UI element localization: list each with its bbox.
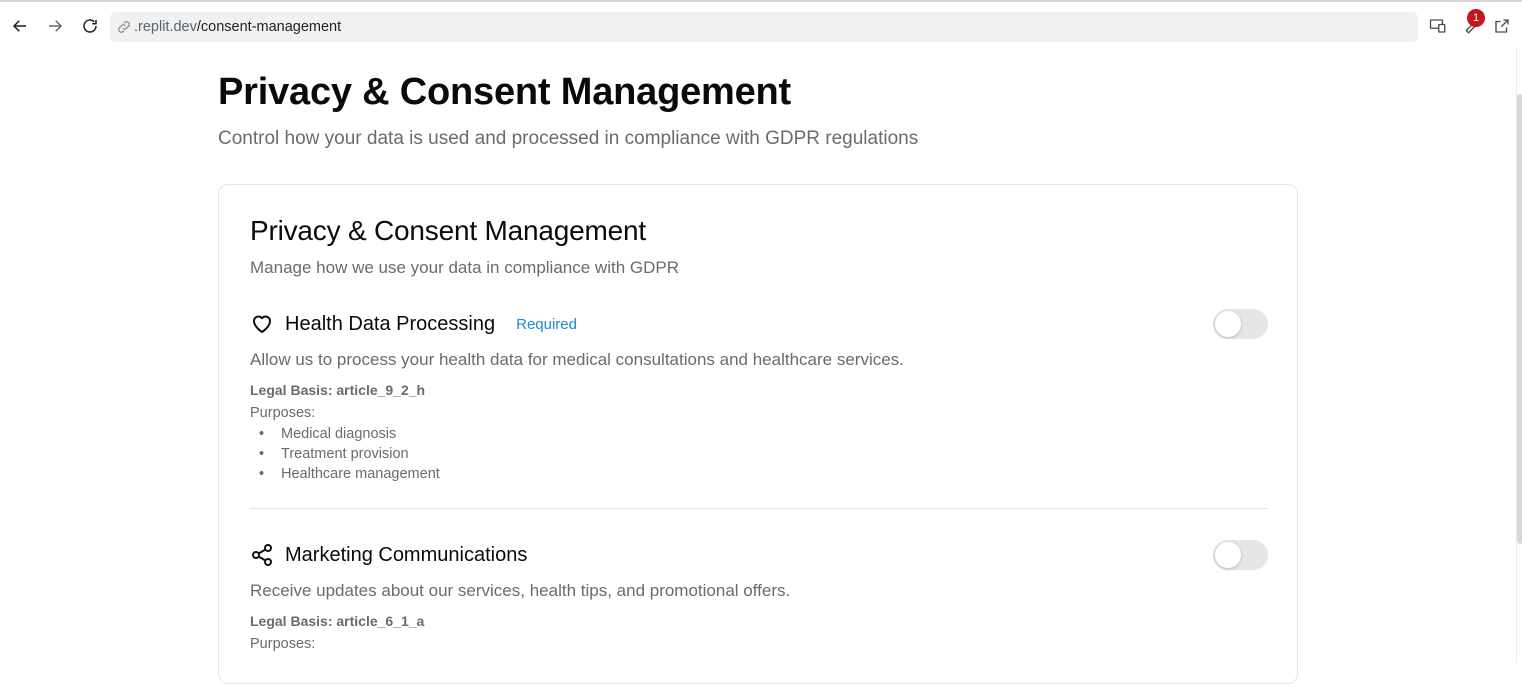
- share-icon: [250, 543, 274, 567]
- list-item: Healthcare management: [250, 464, 1268, 484]
- page-scrollbar[interactable]: [1516, 48, 1522, 662]
- consent-item-marketing: Marketing Communications Receive updates…: [250, 540, 1268, 652]
- list-item: Treatment provision: [250, 444, 1268, 464]
- reload-icon[interactable]: [78, 14, 102, 38]
- scrollbar-thumb[interactable]: [1517, 94, 1522, 544]
- page-title: Privacy & Consent Management: [218, 71, 792, 113]
- consent-description: Allow us to process your health data for…: [250, 350, 904, 369]
- address-bar[interactable]: .replit.dev/consent-management: [110, 12, 1418, 42]
- toggle-knob: [1215, 542, 1241, 568]
- marketing-toggle[interactable]: [1213, 540, 1268, 570]
- link-icon: [116, 19, 132, 35]
- consent-name: Health Data Processing: [285, 312, 496, 335]
- consent-description: Receive updates about our services, heal…: [250, 581, 791, 600]
- divider: [250, 508, 1268, 509]
- purposes-label: Purposes:: [250, 405, 316, 421]
- required-badge: Required: [516, 315, 577, 333]
- purposes-list: Medical diagnosis Treatment provision He…: [250, 424, 1268, 484]
- purposes-label: Purposes:: [250, 636, 316, 652]
- legal-basis: Legal Basis: article_9_2_h: [250, 382, 426, 398]
- card-description: Manage how we use your data in complianc…: [250, 258, 679, 277]
- toggle-knob: [1215, 311, 1241, 337]
- card-title: Privacy & Consent Management: [250, 215, 646, 246]
- page-subtitle: Control how your data is used and proces…: [218, 128, 919, 149]
- consent-card: Privacy & Consent Management Manage how …: [218, 184, 1298, 684]
- legal-basis: Legal Basis: article_6_1_a: [250, 613, 425, 629]
- devices-icon[interactable]: [1428, 16, 1448, 36]
- browser-toolbar: .replit.dev/consent-management 1: [0, 0, 1522, 48]
- consent-item-health-data: Health Data Processing Required Allow us…: [250, 309, 1268, 484]
- consent-name: Marketing Communications: [285, 543, 528, 566]
- notification-badge: 1: [1467, 9, 1485, 27]
- back-arrow-icon[interactable]: [8, 14, 32, 38]
- health-data-toggle[interactable]: [1213, 309, 1268, 339]
- list-item: Medical diagnosis: [250, 424, 1268, 444]
- open-external-icon[interactable]: [1492, 16, 1512, 36]
- forward-arrow-icon[interactable]: [43, 14, 67, 38]
- heart-icon: [250, 312, 274, 336]
- url-path: /consent-management: [196, 19, 342, 35]
- url-domain: .replit.dev: [134, 19, 197, 35]
